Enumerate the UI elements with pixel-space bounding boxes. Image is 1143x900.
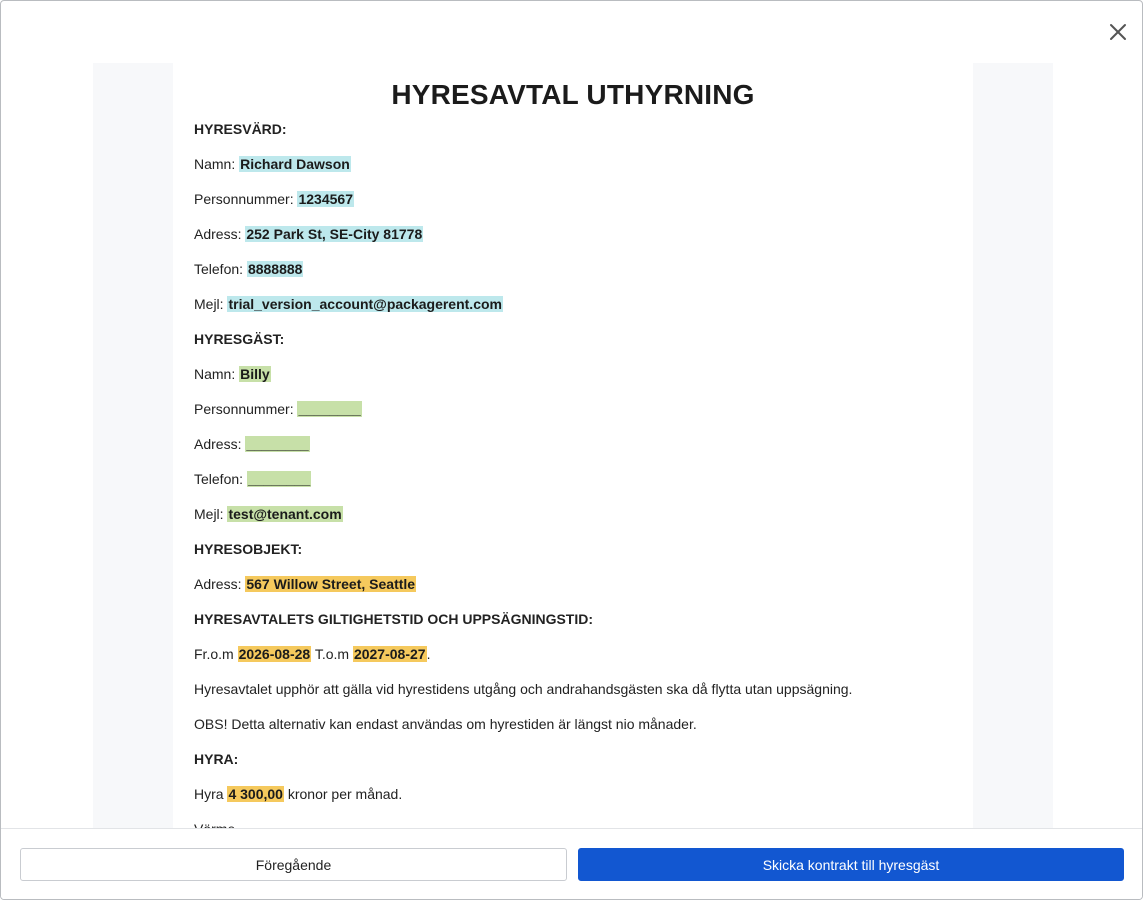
rent-line: Hyra 4 300,00 kronor per månad.: [194, 785, 953, 820]
landlord-personal-id-value: 1234567: [297, 191, 354, 207]
tenant-address-value: ________: [245, 436, 310, 452]
tenant-phone-value: ________: [246, 471, 312, 487]
landlord-personal-id-line: Personnummer: 1234567: [194, 190, 953, 225]
term-to-value: 2027-08-27: [352, 646, 427, 662]
landlord-name-line: Namn: Richard Dawson: [194, 155, 953, 190]
property-address-line: Adress: 567 Willow Street, Seattle: [194, 575, 953, 610]
property-address-value: 567 Willow Street, Seattle: [245, 576, 417, 592]
document-page: HYRESAVTAL UTHYRNING HYRESVÄRD: Namn: Ri…: [173, 63, 973, 828]
tenant-address-label: Adress:: [194, 436, 242, 452]
tenant-phone-label: Telefon:: [194, 471, 244, 487]
tenant-heading: HYRESGÄST:: [194, 331, 285, 347]
rent-heading: HYRA:: [194, 751, 239, 767]
tenant-name-value: Billy: [239, 366, 271, 382]
term-from-value: 2026-08-28: [237, 646, 312, 662]
term-dates-line: Fr.o.m 2026-08-28 T.o.m 2027-08-27.: [194, 645, 953, 680]
landlord-address-line: Adress: 252 Park St, SE-City 81778: [194, 225, 953, 260]
document-body: HYRESVÄRD: Namn: Richard Dawson Personnu…: [194, 120, 953, 828]
tenant-name-label: Namn:: [194, 366, 236, 382]
landlord-email-line: Mejl: trial_version_account@packagerent.…: [194, 295, 953, 330]
landlord-heading: HYRESVÄRD:: [194, 121, 287, 137]
landlord-name-label: Namn:: [194, 156, 236, 172]
term-heading: HYRESAVTALETS GILTIGHETSTID OCH UPPSÄGNI…: [194, 611, 594, 627]
rent-value: 4 300,00: [227, 786, 284, 802]
term-to-label: T.o.m: [314, 646, 350, 662]
landlord-phone-value: 8888888: [246, 261, 304, 277]
landlord-email-label: Mejl:: [194, 296, 224, 312]
term-from-label: Fr.o.m: [194, 646, 234, 662]
landlord-email-value: trial_version_account@packagerent.com: [227, 296, 503, 312]
tenant-phone-line: Telefon: ________: [194, 470, 953, 505]
tenant-personal-id-value: ________: [297, 401, 362, 417]
landlord-name-value: Richard Dawson: [239, 156, 351, 172]
modal-footer: Föregående Skicka kontrakt till hyresgäs…: [1, 828, 1142, 899]
close-button[interactable]: [1107, 21, 1129, 43]
tenant-personal-id-label: Personnummer:: [194, 401, 294, 417]
landlord-phone-label: Telefon:: [194, 261, 244, 277]
term-note-1: Hyresavtalet upphör att gälla vid hyrest…: [194, 681, 853, 697]
send-contract-button[interactable]: Skicka kontrakt till hyresgäst: [578, 848, 1124, 881]
term-end-punct: .: [426, 646, 431, 662]
close-icon: [1110, 24, 1126, 40]
rent-next-line: Värme: [194, 820, 953, 828]
rent-label: Hyra: [194, 786, 224, 802]
tenant-email-line: Mejl: test@tenant.com: [194, 505, 953, 540]
tenant-address-line: Adress: ________: [194, 435, 953, 470]
landlord-phone-line: Telefon: 8888888: [194, 260, 953, 295]
property-address-label: Adress:: [194, 576, 242, 592]
contract-preview-modal: HYRESAVTAL UTHYRNING HYRESVÄRD: Namn: Ri…: [0, 0, 1143, 900]
document-viewer[interactable]: HYRESAVTAL UTHYRNING HYRESVÄRD: Namn: Ri…: [93, 63, 1053, 828]
document-title: HYRESAVTAL UTHYRNING: [391, 79, 755, 110]
tenant-email-label: Mejl:: [194, 506, 224, 522]
tenant-email-value: test@tenant.com: [227, 506, 343, 522]
landlord-address-label: Adress:: [194, 226, 242, 242]
landlord-personal-id-label: Personnummer:: [194, 191, 294, 207]
rent-suffix: kronor per månad.: [287, 786, 403, 802]
previous-button[interactable]: Föregående: [20, 848, 567, 881]
term-note-2: OBS! Detta alternativ kan endast använda…: [194, 716, 697, 732]
tenant-name-line: Namn: Billy: [194, 365, 953, 400]
tenant-personal-id-line: Personnummer: ________: [194, 400, 953, 435]
property-heading: HYRESOBJEKT:: [194, 541, 303, 557]
landlord-address-value: 252 Park St, SE-City 81778: [245, 226, 424, 242]
